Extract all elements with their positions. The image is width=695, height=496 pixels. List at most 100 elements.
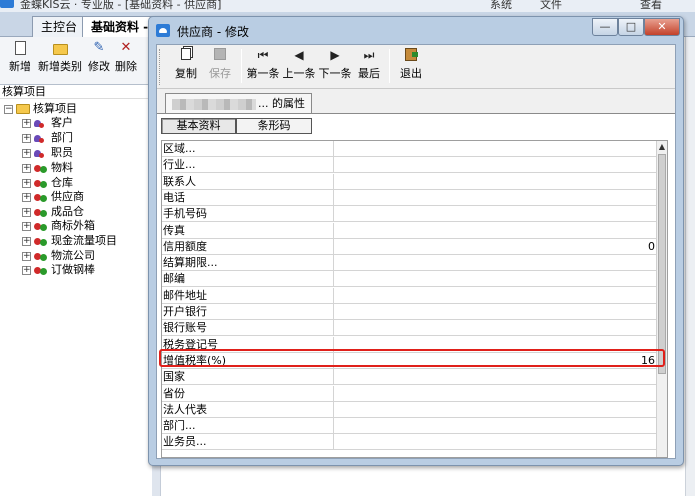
first-record-label: 第一条 <box>246 67 280 80</box>
expand-icon[interactable]: + <box>22 251 31 261</box>
field-value[interactable] <box>335 288 658 304</box>
field-value[interactable] <box>335 157 658 173</box>
field-value[interactable] <box>335 304 658 320</box>
tree-item-label: 物料 <box>51 161 73 174</box>
toolbar-grip[interactable] <box>159 49 162 85</box>
grid-row-mobile[interactable]: 手机号码 <box>162 206 658 222</box>
dialog-title-bar[interactable]: 供应商 - 修改 — □ ✕ <box>149 17 683 44</box>
grid-row-settlement-term[interactable]: 结算期限... <box>162 255 658 271</box>
tab-main-console[interactable]: 主控台 <box>32 16 87 37</box>
field-value[interactable] <box>335 174 658 190</box>
new-document-icon <box>14 41 26 55</box>
tree-item-supplier[interactable]: + 供应商 <box>22 190 84 204</box>
tree-root[interactable]: − 核算项目 <box>4 102 77 116</box>
grid-row-credit-limit[interactable]: 信用额度 0 <box>162 239 658 255</box>
expand-icon[interactable]: + <box>22 221 31 231</box>
new-button[interactable]: 新增 <box>9 41 31 74</box>
main-scrollbar[interactable] <box>685 37 695 496</box>
field-value[interactable] <box>335 386 658 402</box>
tab-barcode[interactable]: 条形码 <box>236 118 312 134</box>
previous-record-button[interactable]: ◀ 上一条 <box>281 48 317 86</box>
properties-panel: 基本资料 条形码 区域... 行业... 联系人 电话 手机号码 传真 信用额度… <box>157 113 675 458</box>
field-value[interactable] <box>335 418 658 434</box>
menu-file[interactable]: 文件 <box>540 0 562 12</box>
grid-scrollbar[interactable]: ▲ <box>656 141 667 457</box>
save-button[interactable]: 保存 <box>206 48 234 86</box>
tree-item-employee[interactable]: + 职员 <box>22 146 73 160</box>
first-record-button[interactable]: ⏮ 第一条 <box>245 48 281 86</box>
next-record-button[interactable]: ▶ 下一条 <box>317 48 353 86</box>
tree-item-finished-goods[interactable]: + 成品仓 <box>22 205 84 219</box>
menu-system[interactable]: 系统 <box>490 0 512 12</box>
grid-row-legal-rep[interactable]: 法人代表 <box>162 402 658 418</box>
field-value[interactable] <box>335 206 658 222</box>
expand-icon[interactable]: + <box>22 148 31 158</box>
field-value[interactable] <box>335 434 658 450</box>
copy-button[interactable]: 复制 <box>172 48 200 86</box>
main-toolbar: 新增 新增类别 ✎ 修改 ✕ 删除 <box>0 37 160 85</box>
properties-tab[interactable]: ... 的属性 <box>165 93 312 113</box>
grid-row-phone[interactable]: 电话 <box>162 190 658 206</box>
tree-item-custom-bar[interactable]: + 订做钢棒 <box>22 263 95 277</box>
menu-view[interactable]: 查看 <box>640 0 662 12</box>
expand-icon[interactable]: + <box>22 118 31 128</box>
field-value[interactable] <box>335 255 658 271</box>
expand-icon[interactable]: + <box>22 207 31 217</box>
tab-base-data[interactable]: 基础资料 - <box>82 16 158 38</box>
grid-row-industry[interactable]: 行业... <box>162 157 658 173</box>
maximize-button[interactable]: □ <box>618 18 644 36</box>
grid-row-contact[interactable]: 联系人 <box>162 174 658 190</box>
grid-row-department[interactable]: 部门... <box>162 418 658 434</box>
tree-item-label: 职员 <box>51 146 73 159</box>
expand-icon[interactable]: + <box>22 178 31 188</box>
expand-icon[interactable]: + <box>22 192 31 202</box>
previous-record-icon: ◀ <box>294 48 304 62</box>
expand-icon[interactable]: + <box>22 265 31 275</box>
properties-tab-label: ... 的属性 <box>258 97 305 110</box>
expand-icon[interactable]: + <box>22 163 31 173</box>
collapse-icon[interactable]: − <box>4 104 13 114</box>
field-value[interactable]: 0 <box>335 239 658 255</box>
tree-item-warehouse[interactable]: + 仓库 <box>22 176 73 190</box>
field-value[interactable] <box>335 141 658 157</box>
tree-item-customer[interactable]: + 客户 <box>22 116 73 130</box>
tree-item-cashflow[interactable]: + 现金流量项目 <box>22 234 117 248</box>
grid-row-province[interactable]: 省份 <box>162 386 658 402</box>
expand-icon[interactable]: + <box>22 236 31 246</box>
grid-row-bank[interactable]: 开户银行 <box>162 304 658 320</box>
grid-row-country[interactable]: 国家 <box>162 369 658 385</box>
field-value[interactable] <box>335 320 658 336</box>
field-value[interactable] <box>335 402 658 418</box>
tree-item-logistics[interactable]: + 物流公司 <box>22 249 95 263</box>
tree-item-material[interactable]: + 物料 <box>22 161 73 175</box>
grid-row-postcode[interactable]: 邮编 <box>162 271 658 287</box>
grid-row-bank-account[interactable]: 银行账号 <box>162 320 658 336</box>
grid-row-email[interactable]: 邮件地址 <box>162 288 658 304</box>
last-record-button[interactable]: ⏭ 最后 <box>356 48 382 86</box>
field-value[interactable] <box>335 190 658 206</box>
exit-button[interactable]: 退出 <box>397 48 425 86</box>
field-name: 传真 <box>162 223 334 239</box>
field-value[interactable] <box>335 369 658 385</box>
field-name: 业务员... <box>162 434 334 450</box>
field-value[interactable] <box>335 271 658 287</box>
grid-row-salesperson[interactable]: 业务员... <box>162 434 658 450</box>
delete-icon: ✕ <box>120 40 132 55</box>
tree-item-department[interactable]: + 部门 <box>22 131 73 145</box>
property-grid: 区域... 行业... 联系人 电话 手机号码 传真 信用额度 0 结算期限...… <box>161 140 668 458</box>
close-button[interactable]: ✕ <box>644 18 680 36</box>
first-record-icon: ⏮ <box>257 48 269 62</box>
tree-item-outer-box[interactable]: + 商标外箱 <box>22 219 95 233</box>
new-category-button[interactable]: 新增类别 <box>38 41 82 74</box>
field-value[interactable] <box>335 223 658 239</box>
grid-row-region[interactable]: 区域... <box>162 141 658 157</box>
modify-button[interactable]: ✎ 修改 <box>88 41 110 74</box>
tab-basic-info[interactable]: 基本资料 <box>161 118 236 134</box>
minimize-button[interactable]: — <box>592 18 618 36</box>
expand-icon[interactable]: + <box>22 133 31 143</box>
delete-button[interactable]: ✕ 删除 <box>115 41 137 74</box>
scroll-up-icon[interactable]: ▲ <box>657 141 667 153</box>
scroll-thumb[interactable] <box>658 154 666 374</box>
grid-row-fax[interactable]: 传真 <box>162 223 658 239</box>
tree-root-label: 核算项目 <box>33 102 77 115</box>
